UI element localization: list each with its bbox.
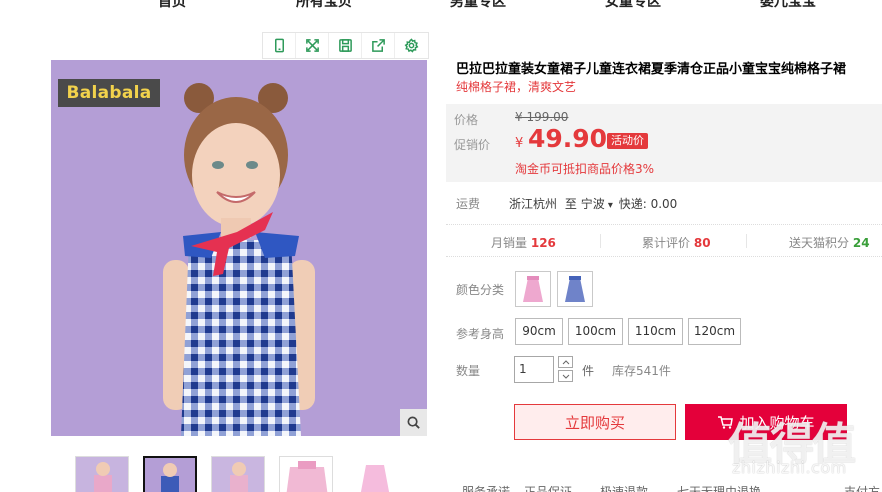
monthly-sales-label: 月销量 — [491, 236, 528, 250]
thumbnail-2[interactable] — [143, 456, 197, 492]
monthly-sales-value: 126 — [530, 236, 556, 250]
decrease-button[interactable] — [558, 370, 573, 382]
ship-to: 宁波 — [580, 197, 605, 211]
chevron-up-icon — [562, 359, 569, 364]
quantity-label: 数量 — [456, 364, 481, 378]
service-item-return[interactable]: 七天无理由退换 — [677, 483, 761, 492]
orig-price-label: 价格 — [454, 113, 479, 127]
promo-badge: 活动价 — [607, 133, 648, 149]
size-option-90[interactable]: 90cm — [515, 318, 563, 345]
shipping-info: 浙江杭州 至 宁波 ▾ 快递: 0.00 — [509, 195, 677, 212]
chevron-down-icon — [562, 374, 569, 379]
tmall-points-value: 24 — [852, 236, 870, 250]
review-count[interactable]: 累计评价 80 — [642, 234, 711, 251]
pink-dress-swatch[interactable] — [515, 271, 551, 307]
service-item-genuine[interactable]: 正品保证 — [524, 483, 572, 492]
review-count-label: 累计评价 — [642, 236, 691, 250]
buy-now-button[interactable]: 立即购买 — [514, 404, 676, 440]
quantity-unit: 件 — [582, 364, 595, 378]
blue-dress-swatch[interactable] — [557, 271, 593, 307]
save-icon[interactable] — [329, 33, 362, 58]
service-item-refund[interactable]: 极速退款 — [600, 483, 648, 492]
thumbnail-strip — [75, 456, 401, 492]
thumbnail-3[interactable] — [211, 456, 265, 492]
tmall-points-label: 送天猫积分 — [789, 236, 850, 250]
nav-all-products[interactable]: 所有宝贝 — [296, 0, 352, 11]
image-toolbar — [262, 32, 429, 59]
stats-bar: 月销量 126 累计评价 80 送天猫积分 24 — [446, 224, 882, 257]
fullscreen-icon[interactable] — [296, 33, 329, 58]
chevron-down-icon: ▾ — [604, 200, 613, 211]
price-box: 价格 ¥ 199.00 促销价 ¥ 49.90 活动价 淘金币可抵扣商品价格3% — [446, 104, 882, 182]
zoom-icon[interactable] — [400, 409, 427, 436]
coin-note[interactable]: 淘金币可抵扣商品价格3% — [515, 160, 654, 177]
thumbnail-1[interactable] — [75, 456, 129, 492]
orig-price: ¥ 199.00 — [515, 110, 569, 124]
size-label: 参考身高 — [456, 327, 505, 341]
ship-from: 浙江杭州 — [509, 197, 558, 211]
nav-baby[interactable]: 婴儿宝宝 — [760, 0, 816, 11]
size-option-100[interactable]: 100cm — [568, 318, 623, 345]
monthly-sales: 月销量 126 — [491, 234, 556, 251]
product-title: 巴拉巴拉童装女童裙子儿童连衣裙夏季清仓正品小童宝宝纯棉格子裙 — [456, 62, 847, 77]
thumbnail-4[interactable] — [279, 456, 333, 492]
phone-icon[interactable] — [263, 33, 296, 58]
top-nav: 首页 所有宝贝 男童专区 女童专区 婴儿宝宝 — [0, 0, 882, 11]
watermark-url: zhizhizhi.com — [732, 458, 847, 477]
settings-icon[interactable] — [395, 33, 428, 58]
promo-price-label: 促销价 — [454, 138, 491, 152]
color-label: 颜色分类 — [456, 283, 505, 297]
nav-girls[interactable]: 女童专区 — [605, 0, 661, 11]
product-subtitle: 纯棉格子裙，清爽文艺 — [456, 80, 577, 94]
thumbnail-5[interactable] — [347, 456, 401, 492]
currency-symbol: ¥ — [515, 136, 524, 151]
size-option-110[interactable]: 110cm — [628, 318, 683, 345]
share-icon[interactable] — [362, 33, 395, 58]
nav-home[interactable]: 首页 — [158, 0, 186, 11]
product-main-image[interactable]: Balabala — [51, 60, 427, 436]
tmall-points: 送天猫积分 24 — [789, 234, 870, 251]
brand-logo: Balabala — [58, 79, 160, 107]
stock-count: 库存541件 — [612, 364, 671, 378]
review-count-value: 80 — [693, 236, 711, 250]
ship-fee: 快递: 0.00 — [618, 197, 678, 211]
payment-methods[interactable]: 支付方 — [844, 483, 880, 492]
site-watermark: 值得值 zhizhizhi.com — [728, 408, 878, 488]
nav-boys[interactable]: 男童专区 — [450, 0, 506, 11]
size-option-120[interactable]: 120cm — [688, 318, 741, 345]
divider — [746, 234, 747, 248]
quantity-input[interactable]: 1 — [514, 356, 554, 383]
promo-price: 49.90 — [528, 124, 608, 153]
buy-now-label: 立即购买 — [564, 413, 625, 432]
increase-button[interactable] — [558, 356, 573, 368]
ship-to-prefix: 至 — [564, 197, 577, 211]
girl-photo — [163, 83, 315, 436]
ship-destination[interactable]: 宁波 ▾ — [581, 197, 613, 211]
services-label: 服务承诺 — [462, 485, 511, 492]
shipping-label: 运费 — [456, 197, 481, 211]
divider — [600, 234, 601, 248]
